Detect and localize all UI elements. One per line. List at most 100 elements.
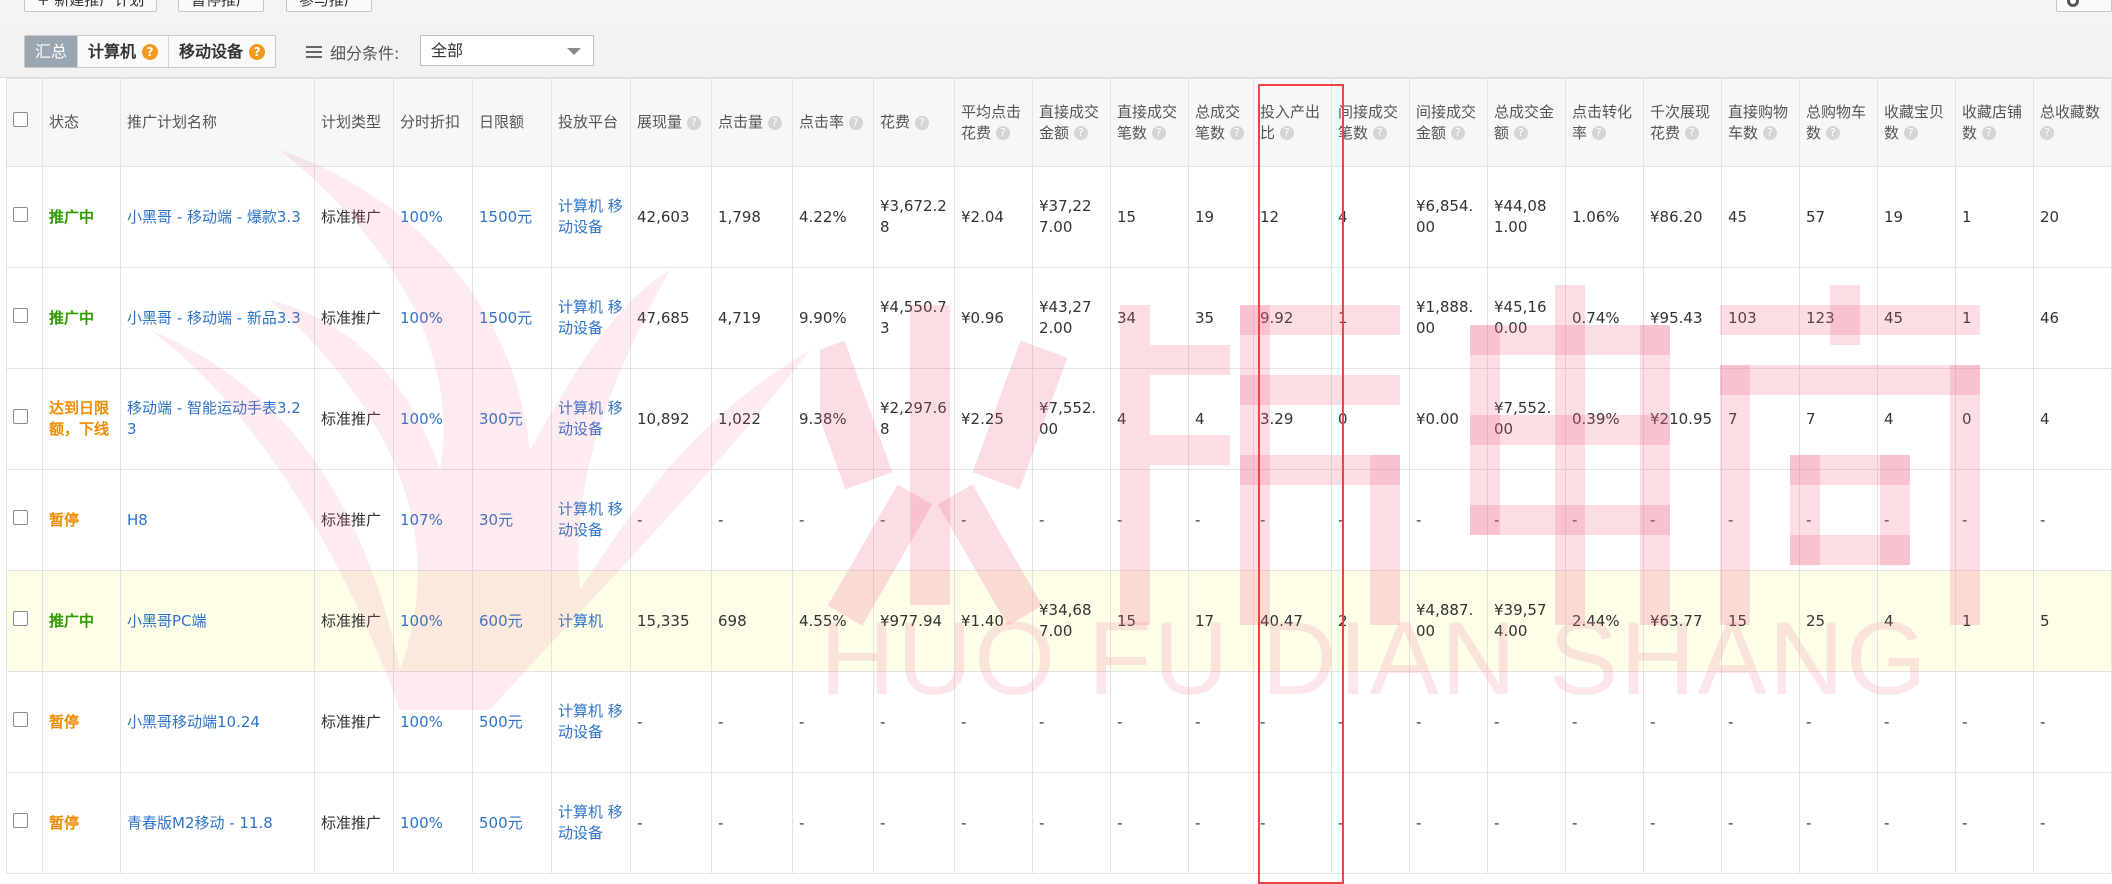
plan-name-link[interactable]: H8: [120, 469, 315, 571]
help-icon[interactable]: ?: [1981, 126, 1996, 140]
daily-limit-link[interactable]: 1500元: [472, 166, 552, 268]
help-icon[interactable]: ?: [1229, 126, 1244, 140]
platform-link[interactable]: 计算机 移动设备: [551, 267, 631, 369]
column-header[interactable]: 总购物车数 ?: [1799, 78, 1878, 167]
platform-link[interactable]: 计算机 移动设备: [551, 671, 631, 773]
column-header[interactable]: 推广计划名称: [120, 78, 315, 167]
daily-limit-link[interactable]: 500元: [472, 772, 552, 874]
column-header[interactable]: 平均点击花费 ?: [954, 78, 1033, 167]
platform-link[interactable]: 计算机 移动设备: [551, 166, 631, 268]
help-icon[interactable]: ?: [995, 126, 1010, 140]
column-header[interactable]: 投入产出比 ?: [1253, 78, 1332, 167]
plan-name-link[interactable]: 小黑哥 - 移动端 - 新品3.3: [120, 267, 315, 369]
metric-cell: 4: [2033, 368, 2112, 470]
help-icon[interactable]: ?: [249, 43, 266, 60]
column-header[interactable]: 花费 ?: [873, 78, 955, 167]
column-header[interactable]: 直接成交笔数 ?: [1110, 78, 1189, 167]
help-icon[interactable]: ?: [142, 43, 159, 60]
column-header[interactable]: 点击率 ?: [792, 78, 874, 167]
plan-name-link[interactable]: 小黑哥移动端10.24: [120, 671, 315, 773]
column-header[interactable]: 收藏店铺数 ?: [1955, 78, 2034, 167]
help-icon[interactable]: ?: [1513, 126, 1528, 140]
column-header[interactable]: 总成交金额 ?: [1487, 78, 1566, 167]
help-icon[interactable]: ?: [1372, 126, 1387, 140]
column-header[interactable]: 直接购物车数 ?: [1721, 78, 1800, 167]
metric-cell: 1,022: [711, 368, 793, 470]
discount-link[interactable]: 107%: [393, 469, 473, 571]
column-header[interactable]: 日限额: [472, 78, 552, 167]
daily-limit-link[interactable]: 1500元: [472, 267, 552, 369]
column-header[interactable]: 间接成交笔数 ?: [1331, 78, 1410, 167]
column-header[interactable]: 分时折扣: [393, 78, 473, 167]
breakdown-select[interactable]: 全部: [420, 35, 594, 66]
help-icon[interactable]: ?: [2040, 126, 2054, 140]
column-header-label: 点击率: [799, 113, 845, 131]
help-icon[interactable]: ?: [1450, 126, 1465, 140]
settings-button[interactable]: [2056, 0, 2112, 12]
metric-cell: ¥39,574.00: [1487, 570, 1566, 672]
row-checkbox[interactable]: [13, 610, 28, 626]
discount-link[interactable]: 100%: [393, 166, 473, 268]
platform-link[interactable]: 计算机 移动设备: [551, 469, 631, 571]
column-header[interactable]: 点击量 ?: [711, 78, 793, 167]
help-icon[interactable]: ?: [1279, 126, 1294, 140]
help-icon[interactable]: ?: [848, 115, 863, 130]
help-icon[interactable]: ?: [1073, 126, 1088, 140]
select-all-checkbox[interactable]: [13, 112, 28, 127]
segment-summary[interactable]: 汇总: [25, 36, 79, 67]
column-header[interactable]: 总成交笔数 ?: [1188, 78, 1254, 167]
row-checkbox[interactable]: [13, 711, 28, 727]
help-icon[interactable]: ?: [1151, 126, 1166, 140]
metric-cell: 15: [1110, 166, 1189, 268]
plan-type-cell: 标准推广: [314, 570, 394, 672]
plan-name-link[interactable]: 青春版M2移动 - 11.8: [120, 772, 315, 874]
row-checkbox[interactable]: [13, 206, 28, 222]
plan-name-link[interactable]: 移动端 - 智能运动手表3.23: [120, 368, 315, 470]
metric-cell: ¥977.94: [873, 570, 955, 672]
daily-limit-link[interactable]: 30元: [472, 469, 552, 571]
platform-link[interactable]: 计算机 移动设备: [551, 368, 631, 470]
column-header[interactable]: 收藏宝贝数 ?: [1877, 78, 1956, 167]
plan-name-link[interactable]: 小黑哥 - 移动端 - 爆款3.3: [120, 166, 315, 268]
column-header[interactable]: 状态: [42, 78, 121, 167]
discount-link[interactable]: 100%: [393, 671, 473, 773]
participate-button[interactable]: 参与推广: [286, 0, 373, 12]
row-checkbox[interactable]: [13, 812, 28, 828]
help-icon[interactable]: ?: [1825, 126, 1840, 140]
help-icon[interactable]: ?: [767, 115, 782, 130]
plan-name-link[interactable]: 小黑哥PC端: [120, 570, 315, 672]
daily-limit-link[interactable]: 300元: [472, 368, 552, 470]
column-header[interactable]: 直接成交金额 ?: [1032, 78, 1111, 167]
help-icon[interactable]: ?: [1903, 126, 1918, 140]
platform-link[interactable]: 计算机: [551, 570, 631, 672]
daily-limit-link[interactable]: 500元: [472, 671, 552, 773]
row-checkbox[interactable]: [13, 509, 28, 525]
segment-computer[interactable]: 计算机?: [78, 36, 170, 67]
new-plan-button[interactable]: + 新建推广计划: [24, 0, 158, 12]
pause-button[interactable]: 暂停推广: [178, 0, 265, 12]
column-header[interactable]: 总收藏数 ?: [2033, 78, 2112, 167]
metric-cell: ¥2,297.68: [873, 368, 955, 470]
help-icon[interactable]: ?: [686, 115, 701, 130]
row-checkbox[interactable]: [13, 307, 28, 323]
help-icon[interactable]: ?: [1684, 126, 1699, 140]
metric-cell: 47,685: [630, 267, 712, 369]
segment-mobile[interactable]: 移动设备?: [169, 36, 275, 67]
row-select-cell: [6, 368, 43, 470]
column-header[interactable]: 间接成交金额 ?: [1409, 78, 1488, 167]
column-header[interactable]: 计划类型: [314, 78, 394, 167]
help-icon[interactable]: ?: [1591, 126, 1606, 140]
column-header[interactable]: 展现量 ?: [630, 78, 712, 167]
column-header[interactable]: 投放平台: [551, 78, 631, 167]
row-checkbox[interactable]: [13, 408, 28, 424]
column-header[interactable]: 点击转化率 ?: [1565, 78, 1644, 167]
discount-link[interactable]: 100%: [393, 267, 473, 369]
help-icon[interactable]: ?: [914, 115, 929, 130]
discount-link[interactable]: 100%: [393, 772, 473, 874]
discount-link[interactable]: 100%: [393, 570, 473, 672]
discount-link[interactable]: 100%: [393, 368, 473, 470]
help-icon[interactable]: ?: [1762, 126, 1777, 140]
platform-link[interactable]: 计算机 移动设备: [551, 772, 631, 874]
daily-limit-link[interactable]: 600元: [472, 570, 552, 672]
column-header[interactable]: 千次展现花费 ?: [1643, 78, 1722, 167]
